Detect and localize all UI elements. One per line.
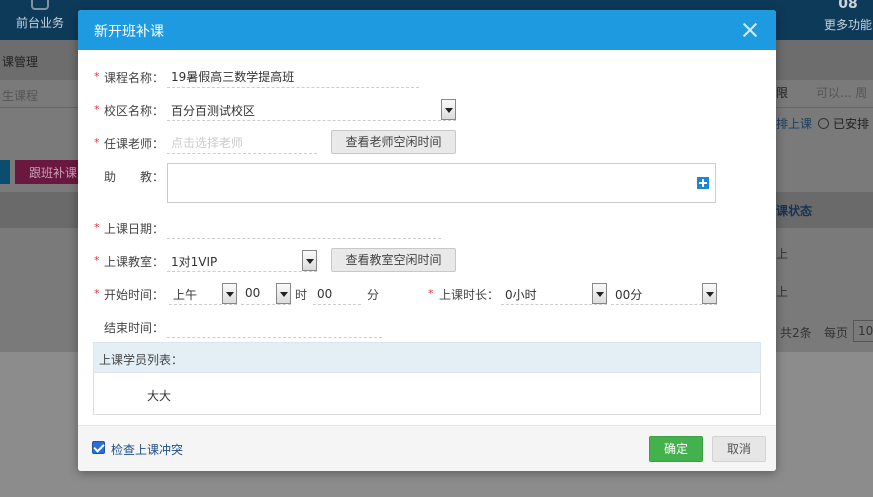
start-time-label: 开始时间： bbox=[104, 288, 165, 302]
start-minute-field[interactable] bbox=[313, 283, 361, 305]
check-conflict-label[interactable]: 检查上课冲突 bbox=[111, 441, 183, 458]
column-status: 课状态 bbox=[776, 204, 813, 218]
campus-label: 校区名称： bbox=[104, 104, 165, 118]
search-input[interactable]: 生课程 bbox=[2, 87, 38, 104]
add-assistant-icon[interactable] bbox=[697, 177, 709, 189]
total-count: 共2条 bbox=[780, 326, 812, 340]
end-time-field bbox=[167, 316, 382, 338]
view-classroom-free-time-button[interactable]: 查看教室空闲时间 bbox=[331, 248, 456, 272]
course-name-field[interactable] bbox=[167, 66, 419, 88]
duration-minutes-select[interactable]: 00分 bbox=[611, 283, 717, 305]
new-button[interactable] bbox=[0, 160, 10, 184]
classroom-label: 上课教室： bbox=[104, 255, 165, 269]
start-hour-select[interactable]: 00 bbox=[241, 283, 291, 305]
per-page-label: 每页 bbox=[824, 326, 849, 340]
chevron-down-icon bbox=[276, 283, 291, 304]
student-list-header: 上课学员列表： bbox=[93, 342, 761, 373]
filter-select[interactable]: 限 可以... 周 bbox=[776, 84, 873, 104]
nav-frontdesk[interactable]: 前台业务 bbox=[10, 0, 70, 40]
new-class-makeup-dialog: 新开班补课 * 课程名称： * 校区名称： 百分百测试校区 * 任课老师： 查看… bbox=[78, 10, 776, 471]
time-row: * 开始时间： 上午 00 时 分 * 上课时长： 0小时 00分 bbox=[78, 283, 776, 305]
teacher-label: 任课老师： bbox=[104, 137, 165, 151]
dialog-header: 新开班补课 bbox=[78, 10, 776, 50]
follow-class-button[interactable]: 跟班补课 bbox=[15, 160, 80, 184]
filter-select-label: 限 bbox=[776, 86, 789, 100]
breadcrumb: 课管理 bbox=[2, 55, 39, 69]
classroom-select[interactable]: 1对1VIP bbox=[167, 250, 317, 272]
nav-more-label: 更多功能 bbox=[823, 18, 872, 32]
start-period-select[interactable]: 上午 bbox=[169, 283, 237, 305]
nav-more[interactable]: 08 更多功能 bbox=[818, 0, 873, 40]
chevron-down-icon bbox=[222, 283, 237, 304]
end-time-row: 结束时间： bbox=[78, 316, 776, 338]
chevron-down-icon bbox=[592, 283, 607, 304]
nav-frontdesk-label: 前台业务 bbox=[15, 16, 64, 30]
teacher-field[interactable] bbox=[167, 132, 317, 154]
close-icon[interactable] bbox=[740, 20, 760, 40]
teacher-row: * 任课老师： 查看老师空闲时间 bbox=[78, 130, 776, 154]
duration-minutes-value: 00分 bbox=[615, 288, 643, 302]
table-cell: 上 bbox=[776, 285, 789, 299]
course-name-label: 课程名称： bbox=[104, 71, 165, 85]
required-mark: * bbox=[94, 254, 100, 267]
radio-scheduled-label: 已安排 bbox=[833, 117, 870, 131]
duration-label: 上课时长： bbox=[439, 288, 500, 302]
student-list: 大大 bbox=[93, 373, 761, 415]
assistant-box[interactable] bbox=[167, 163, 716, 203]
campus-select[interactable]: 百分百测试校区 bbox=[167, 99, 456, 121]
chevron-down-icon bbox=[302, 250, 317, 271]
required-mark: * bbox=[428, 287, 434, 300]
check-conflict-checkbox[interactable] bbox=[92, 441, 105, 454]
campus-select-value: 百分百测试校区 bbox=[171, 104, 256, 118]
date-label: 上课日期： bbox=[104, 222, 165, 236]
radio-pending[interactable]: 排上课 bbox=[776, 115, 812, 132]
dialog-footer: 检查上课冲突 确定 取消 bbox=[78, 425, 776, 471]
chevron-down-icon bbox=[702, 283, 717, 304]
required-mark: * bbox=[94, 136, 100, 149]
campus-row: * 校区名称： 百分百测试校区 bbox=[78, 99, 776, 121]
classroom-row: * 上课教室： 1对1VIP 查看教室空闲时间 bbox=[78, 248, 776, 272]
required-mark: * bbox=[94, 70, 100, 83]
filter-select-value: 可以... 周 bbox=[816, 86, 868, 100]
list-item[interactable]: 大大 bbox=[147, 387, 171, 404]
duration-hours-value: 0小时 bbox=[505, 288, 537, 302]
classroom-select-value: 1对1VIP bbox=[171, 255, 218, 269]
required-mark: * bbox=[94, 103, 100, 116]
date-field[interactable] bbox=[167, 217, 441, 239]
hour-unit-label: 时 bbox=[295, 288, 308, 302]
desk-icon bbox=[31, 0, 49, 10]
confirm-button[interactable]: 确定 bbox=[649, 436, 703, 462]
per-page-select[interactable]: 10 bbox=[853, 320, 873, 342]
view-teacher-free-time-button[interactable]: 查看老师空闲时间 bbox=[331, 130, 456, 154]
radio-scheduled[interactable]: 已安排 bbox=[818, 115, 869, 132]
cancel-button[interactable]: 取消 bbox=[712, 436, 766, 462]
dialog-title: 新开班补课 bbox=[94, 24, 164, 40]
required-mark: * bbox=[94, 287, 100, 300]
course-name-row: * 课程名称： bbox=[78, 66, 776, 88]
minute-unit-label: 分 bbox=[367, 288, 380, 302]
assistant-label: 助 教： bbox=[104, 170, 165, 184]
start-hour-value: 00 bbox=[245, 286, 261, 300]
start-period-value: 上午 bbox=[173, 288, 198, 302]
table-cell: 上 bbox=[776, 247, 789, 261]
duration-hours-select[interactable]: 0小时 bbox=[501, 283, 607, 305]
nav-more-count: 08 bbox=[838, 0, 858, 12]
date-row: * 上课日期： bbox=[78, 217, 776, 239]
end-time-label: 结束时间： bbox=[104, 321, 165, 335]
chevron-down-icon bbox=[441, 99, 456, 120]
radio-circle-icon bbox=[818, 118, 829, 129]
student-list-title: 上课学员列表： bbox=[99, 353, 184, 367]
required-mark: * bbox=[94, 221, 100, 234]
